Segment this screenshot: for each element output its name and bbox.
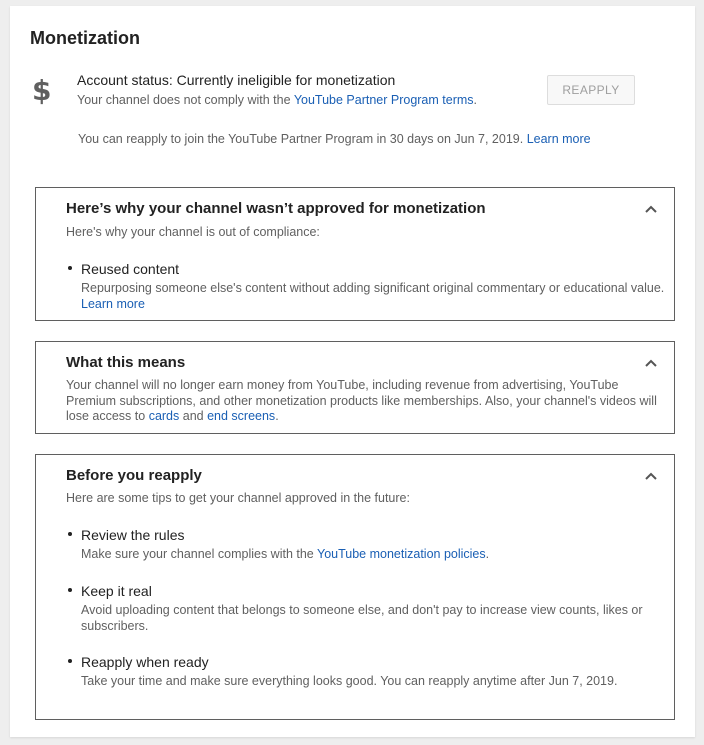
monetization-card: Monetization $ Account status: Currently…	[10, 6, 695, 737]
chevron-up-icon[interactable]	[642, 469, 660, 483]
list-item-description: Avoid uploading content that belongs to …	[81, 603, 643, 633]
panel-title: Here’s why your channel wasn’t approved …	[66, 200, 486, 217]
account-status: Account status: Currently ineligible for…	[77, 72, 396, 88]
list-item-title: Reapply when ready	[81, 654, 209, 670]
panel-title: Before you reapply	[66, 467, 202, 484]
learn-more-link[interactable]: Learn more	[81, 297, 145, 311]
panel-description-and: and	[179, 409, 208, 423]
chevron-up-icon[interactable]	[642, 356, 660, 370]
list-item-description: Repurposing someone else's content witho…	[81, 281, 671, 312]
list-item-title: Review the rules	[81, 527, 185, 543]
panel-what-this-means: What this means Your channel will no lon…	[35, 341, 675, 434]
partner-program-terms-link[interactable]: YouTube Partner Program terms	[294, 93, 474, 107]
list-item-description: Make sure your channel complies with the…	[81, 547, 671, 563]
reapply-note-text: You can reapply to join the YouTube Part…	[78, 132, 527, 146]
bullet-icon	[68, 588, 72, 592]
list-item-title: Keep it real	[81, 583, 152, 599]
end-screens-link[interactable]: end screens	[207, 409, 275, 423]
panel-description: Your channel will no longer earn money f…	[66, 378, 666, 425]
cards-link[interactable]: cards	[149, 409, 180, 423]
chevron-up-icon[interactable]	[642, 202, 660, 216]
bullet-icon	[68, 266, 72, 270]
bullet-icon	[68, 532, 72, 536]
status-description-text: Your channel does not comply with the	[77, 93, 294, 107]
list-item-description: Take your time and make sure everything …	[81, 674, 618, 688]
list-item-text: Make sure your channel complies with the	[81, 547, 317, 561]
panel-why-not-approved: Here’s why your channel wasn’t approved …	[35, 187, 675, 321]
list-item-text: Repurposing someone else's content witho…	[81, 281, 665, 295]
bullet-icon	[68, 659, 72, 663]
panel-before-you-reapply: Before you reapply Here are some tips to…	[35, 454, 675, 720]
learn-more-link[interactable]: Learn more	[527, 132, 591, 146]
monetization-policies-link[interactable]: YouTube monetization policies	[317, 547, 486, 561]
status-description-suffix: .	[473, 93, 478, 107]
panel-description: Here are some tips to get your channel a…	[66, 491, 410, 505]
reapply-note: You can reapply to join the YouTube Part…	[78, 132, 591, 146]
panel-title: What this means	[66, 354, 186, 371]
panel-description-suffix: .	[275, 409, 279, 423]
status-description: Your channel does not comply with the Yo…	[77, 93, 477, 107]
dollar-icon: $	[32, 74, 52, 107]
list-item-suffix: .	[485, 547, 490, 561]
page-title: Monetization	[30, 28, 140, 48]
list-item-title: Reused content	[81, 261, 180, 277]
panel-description: Here's why your channel is out of compli…	[66, 225, 320, 239]
reapply-button[interactable]: REAPPLY	[547, 75, 635, 105]
